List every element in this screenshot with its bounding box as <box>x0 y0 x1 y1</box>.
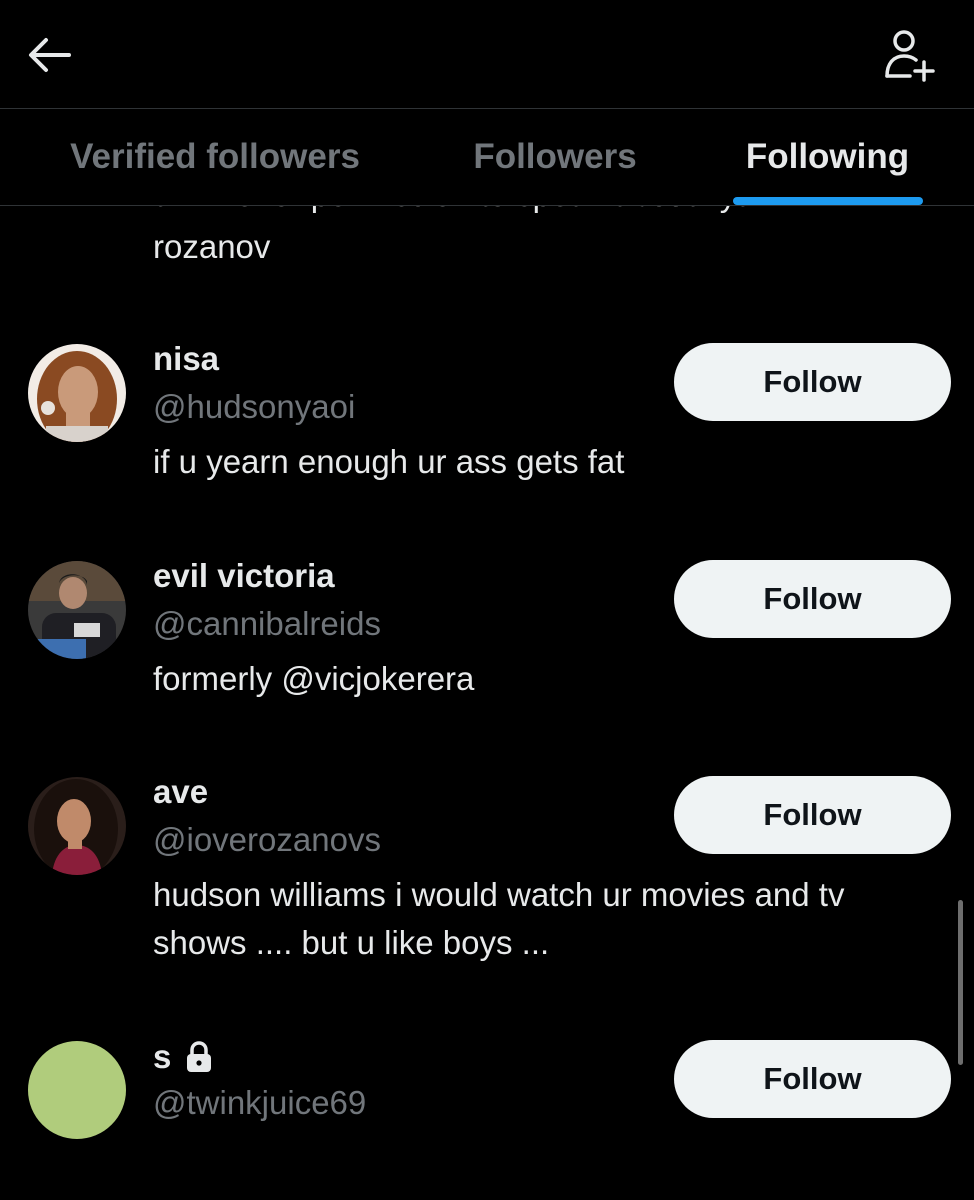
user-handle[interactable]: @cannibalreids <box>153 605 381 643</box>
avatar[interactable] <box>28 777 126 875</box>
active-tab-indicator <box>733 197 923 205</box>
display-name[interactable]: s <box>153 1038 213 1076</box>
top-bar <box>0 0 974 108</box>
user-handle[interactable]: @twinkjuice69 <box>153 1084 366 1122</box>
display-name[interactable]: evil victoria <box>153 557 335 595</box>
back-button[interactable] <box>24 30 74 80</box>
following-list-screen: dm me for permission to speak about ilya… <box>0 0 974 1200</box>
follow-button[interactable]: Follow <box>674 343 951 421</box>
tab-following[interactable]: Following <box>720 109 935 205</box>
display-name[interactable]: ave <box>153 773 208 811</box>
follow-button[interactable]: Follow <box>674 1040 951 1118</box>
clipped-bio-line-end: rozanov <box>153 228 271 265</box>
user-bio: hudson williams i would watch ur movies … <box>153 876 845 961</box>
follow-button[interactable]: Follow <box>674 776 951 854</box>
lock-icon <box>187 1041 212 1072</box>
user-bio: if u yearn enough ur ass gets fat <box>153 443 625 480</box>
tab-verified-followers[interactable]: Verified followers <box>40 109 390 205</box>
display-name[interactable]: nisa <box>153 340 219 378</box>
add-user-button[interactable] <box>880 26 938 84</box>
user-handle[interactable]: @hudsonyaoi <box>153 388 355 426</box>
tab-bar: Verified followers Followers Following <box>0 108 974 206</box>
user-bio: formerly @vicjokerera <box>153 660 475 697</box>
person-add-icon <box>885 30 935 82</box>
avatar[interactable] <box>28 561 126 659</box>
arrow-left-icon <box>29 38 71 72</box>
user-handle[interactable]: @ioverozanovs <box>153 821 381 859</box>
avatar[interactable] <box>28 344 126 442</box>
tab-followers[interactable]: Followers <box>440 109 670 205</box>
follow-button[interactable]: Follow <box>674 560 951 638</box>
scrollbar[interactable] <box>958 900 963 1065</box>
avatar[interactable] <box>28 1041 126 1139</box>
